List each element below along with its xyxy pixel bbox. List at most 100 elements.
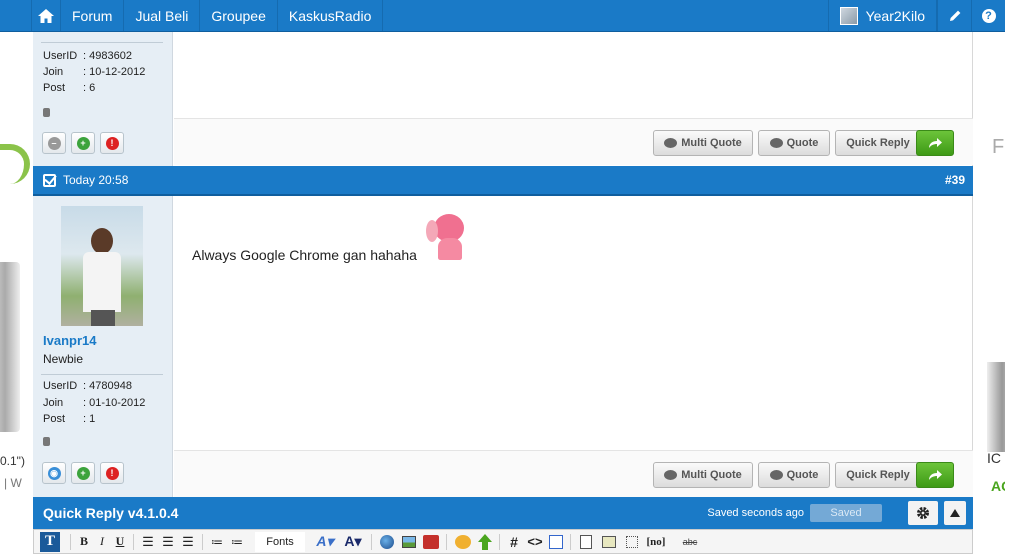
smiley-icon (455, 534, 471, 549)
post-current: Ivanpr14 Newbie UserID: 4780948 Join: 01… (33, 196, 973, 497)
font-size-button[interactable]: A▾ (311, 532, 339, 552)
font-color-button[interactable]: A▾ (339, 532, 367, 552)
user-menu[interactable]: Year2Kilo (827, 0, 937, 31)
nav-groupee[interactable]: Groupee (200, 0, 278, 31)
nav-kaskusradio[interactable]: KaskusRadio (278, 0, 384, 31)
bold-button[interactable]: B (75, 532, 93, 552)
align-center-button[interactable]: ☰ (158, 532, 178, 552)
checkbox-icon[interactable] (43, 173, 56, 187)
left-ad-banner[interactable]: 0.1") | W (0, 32, 33, 554)
post-actions: Multi Quote Quote Quick Reply (174, 118, 973, 165)
username-label: Year2Kilo (865, 7, 925, 24)
spoiler-button[interactable] (597, 532, 621, 552)
insert-image-button[interactable] (398, 532, 420, 552)
post-previous: UserID: 4983602 Join: 10-12-2012 Post: 6… (33, 32, 973, 166)
userid-label: UserID (43, 50, 78, 62)
poster-rank: Newbie (43, 352, 84, 366)
numbered-list-icon: ≔ (211, 534, 223, 549)
join-value: : 10-12-2012 (83, 66, 146, 78)
quote-button[interactable]: Quote (758, 462, 830, 488)
align-left-button[interactable]: ☰ (138, 532, 158, 552)
report-button[interactable]: ! (100, 462, 124, 484)
divider (41, 374, 163, 375)
hashtag-button[interactable]: # (504, 532, 524, 552)
autosave-status: Saved seconds ago (707, 507, 804, 519)
transparent-icon (626, 535, 638, 548)
ad-product-image-right (987, 362, 1005, 452)
quote-tag-button[interactable] (575, 532, 597, 552)
quote-tag-icon (580, 534, 592, 549)
add-reputation-button[interactable]: + (71, 132, 95, 154)
quick-reply-button[interactable]: Quick Reply (835, 130, 921, 156)
new-post-button[interactable] (937, 0, 971, 31)
post-count-row: Post : 6 (43, 82, 95, 94)
status-button[interactable]: ◉ (42, 462, 66, 484)
quote-button[interactable]: Quote (758, 130, 830, 156)
help-icon: ? (981, 8, 996, 23)
home-icon (38, 8, 54, 23)
transparent-button[interactable] (621, 532, 643, 552)
strikethrough-button[interactable]: abc (675, 532, 705, 552)
divider (41, 42, 163, 43)
reputation-icon (43, 437, 50, 446)
userid-label: UserID (43, 380, 78, 392)
php-button[interactable] (546, 532, 566, 552)
quote-icon (769, 138, 783, 148)
avatar-head (91, 228, 113, 254)
quick-reply-title: Quick Reply v4.1.0.4 (43, 505, 179, 521)
noparse-button[interactable]: [no] (643, 532, 669, 552)
nav-forum[interactable]: Forum (61, 0, 125, 31)
post-label: Post (43, 82, 66, 94)
join-value: : 01-10-2012 (83, 397, 146, 409)
separator (133, 533, 134, 550)
add-reputation-button[interactable]: + (71, 462, 95, 484)
insert-youtube-button[interactable] (420, 532, 442, 552)
avatar-shirt (83, 252, 121, 312)
post-actions: Multi Quote Quote Quick Reply (174, 450, 973, 497)
reply-arrow-icon (929, 470, 942, 480)
home-button[interactable] (31, 0, 61, 31)
reply-arrow-button[interactable] (916, 130, 954, 156)
quick-reply-button[interactable]: Quick Reply (835, 462, 921, 488)
post-header: Today 20:58 #39 (33, 166, 973, 196)
insert-link-button[interactable] (376, 532, 398, 552)
code-button[interactable]: <> (524, 532, 546, 552)
spoiler-icon (602, 535, 616, 548)
reply-arrow-button[interactable] (916, 462, 954, 488)
fonts-dropdown[interactable]: Fonts (255, 531, 305, 552)
post-number[interactable]: #39 (945, 173, 965, 187)
saved-button[interactable]: Saved (810, 504, 882, 522)
post-value: : 6 (83, 82, 96, 94)
right-ad-banner[interactable]: F IC AC (973, 32, 1005, 554)
underline-button[interactable]: U (111, 532, 129, 552)
online-icon: ◉ (47, 466, 61, 480)
reputation-plus-icon: + (76, 466, 90, 480)
emoticon-tail (426, 220, 438, 242)
smilies-button[interactable] (451, 532, 475, 552)
gear-icon (917, 507, 929, 519)
ad-product-image (0, 262, 20, 432)
comments-icon (664, 470, 678, 480)
report-icon: ! (105, 466, 119, 480)
separator (570, 533, 571, 550)
wysiwyg-toggle-icon[interactable]: T (40, 531, 60, 552)
settings-button[interactable] (908, 501, 938, 525)
numbered-list-button[interactable]: ≔ (207, 532, 227, 552)
bullet-list-button[interactable]: ≔ (227, 532, 247, 552)
user-avatar-photo[interactable] (61, 206, 143, 326)
report-button[interactable]: ! (100, 132, 124, 154)
ad-text-ac: AC (991, 478, 1005, 494)
user-panel: Ivanpr14 Newbie UserID: 4780948 Join: 01… (33, 196, 173, 497)
help-button[interactable]: ? (971, 0, 1005, 31)
ad-text-ic: IC (987, 450, 1001, 466)
nav-jual-beli[interactable]: Jual Beli (124, 0, 201, 31)
multi-quote-button[interactable]: Multi Quote (653, 462, 753, 488)
upload-button[interactable] (475, 532, 495, 552)
quick-reply-header: Quick Reply v4.1.0.4 Saved seconds ago S… (33, 497, 973, 529)
poster-username[interactable]: Ivanpr14 (43, 333, 96, 348)
align-right-button[interactable]: ☰ (178, 532, 198, 552)
status-button[interactable]: – (42, 132, 66, 154)
collapse-button[interactable] (944, 501, 966, 525)
multi-quote-button[interactable]: Multi Quote (653, 130, 753, 156)
italic-button[interactable]: I (93, 532, 111, 552)
